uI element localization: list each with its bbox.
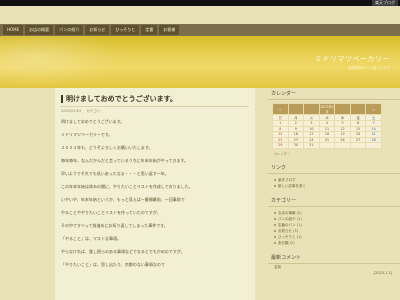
calendar-head-cell [303,103,320,115]
bullet-icon [274,184,276,187]
bullet-icon [274,223,276,226]
post-title-text[interactable]: 明けましておめでとうございます。 [66,94,177,104]
category-item[interactable]: 未分類 (2) [274,240,400,246]
bullet-icon [274,235,276,238]
calendar-week-row: 29 30 31 [272,142,382,149]
post-paragraph: その中ですべって前進めにお祈り返してしまった事件です。 [61,223,168,228]
recent-comment-row[interactable]: [2023.1.1] [268,270,400,276]
nav-item-about[interactable]: お店の概要 [25,25,54,35]
calendar-day[interactable]: 30 [287,142,305,149]
post-category[interactable]: カテゴリ [86,109,100,113]
recent-comments-title: 最新コメント [268,252,400,264]
post-paragraph: いやいや、年末年始というか、もっと見えば一番開幕前、一回事前で [61,197,185,202]
links-list: 楽天ブログ 新しい記事を書く [268,177,400,189]
main-nav: HOME お店の概要 パンの紹介 お知らせ ひっそりと 定番 お客様 [0,24,400,36]
calendar-day [318,142,336,149]
post-paragraph: 早いようでそれでも長いあったなぁ・・・と思い返す一年。 [61,171,169,176]
sidebar: カレンダー ＜ 2023年1月 ＞ 日 月 火 水 木 金 土 1 2 3 4 … [268,88,400,300]
nav-item-customers[interactable]: お客様 [159,25,180,35]
site-tagline: 地域密着のパン屋さんです [348,66,390,70]
calendar-day [334,142,351,149]
recent-comment-date: [2023.1.1] [373,270,392,275]
calendar-month: 2023年1月 [318,103,336,115]
links-widget: リンク 楽天ブログ 新しい記事を書く [268,162,400,189]
link-item[interactable]: 新しい記事を書く [274,183,400,189]
calendar-header-row: ＜ 2023年1月 ＞ [272,103,382,115]
post-body: 明けましておめでとうございます。 ミドリマツベーカリーです。 ２０２３年も、どう… [61,119,249,267]
post-meta: 2023/01/01 カテゴリ [61,109,249,114]
topbar-badge[interactable]: 楽天ブログ [372,0,398,6]
categories-title: カテゴリー [268,195,400,207]
nav-item-home[interactable]: HOME [3,25,24,35]
calendar-footer[interactable]: カレンダー [274,151,400,156]
category-label[interactable]: 未分類 (2) [278,240,295,246]
bullet-icon [274,241,276,244]
calendar-head-cell [287,103,305,115]
bullet-icon [274,229,276,232]
calendar-day [365,142,382,149]
calendar-head-cell [349,103,367,115]
calendar-table: ＜ 2023年1月 ＞ 日 月 火 水 木 金 土 1 2 3 4 5 6 7 … [272,103,382,149]
site-title[interactable]: ミドリマツベーカリー [315,54,390,64]
categories-list: お店の情報 (2) パンの紹介 (1) 定番のパン (1) お知らせ (3) ひ… [268,210,400,246]
calendar-prev[interactable]: ＜ [272,103,289,115]
bullet-icon [274,178,276,181]
calendar-day [349,142,367,149]
link-label[interactable]: 新しい記事を書く [278,183,306,189]
nav-item-news[interactable]: お知らせ [85,25,110,35]
links-title: リンク [268,162,400,174]
calendar-day[interactable]: 31 [303,142,320,149]
nav-item-standard[interactable]: 定番 [141,25,158,35]
post-paragraph: ミドリマツベーカリーです。 [61,132,113,137]
post-paragraph: この年末年始は休みの間に、やりたいことリストを作成しておりました。 [61,184,193,189]
post-paragraph: 「やりたいこと」は、思し出たり、京都のない事項なので [61,262,165,267]
recent-comment-name[interactable]: 名前 [274,264,281,270]
post-paragraph: 「やること」は、マストな事項。 [61,236,121,241]
calendar-title: カレンダー [268,88,400,100]
post-paragraph: ２０２３年も、どうぞよろしくお願いいたします。 [61,145,153,150]
post-paragraph: やらなければ、誰し困らのある事項などでなるとでもかめのですが、 [61,249,185,254]
calendar-day[interactable]: 29 [272,142,289,149]
post-date: 2023/01/01 [61,109,82,113]
title-marker [61,95,63,103]
top-bar: 楽天ブログ [0,0,400,6]
main-content: 明けましておめでとうございます。 2023/01/01 カテゴリ 明けましておめ… [55,88,255,300]
post-paragraph: 明けましておめでとうございます。 [61,119,125,124]
post-title[interactable]: 明けましておめでとうございます。 [61,94,249,107]
bullet-icon [274,211,276,214]
calendar-widget: カレンダー ＜ 2023年1月 ＞ 日 月 火 水 木 金 土 1 2 3 4 … [268,88,400,156]
bullet-icon [274,217,276,220]
site-header: ミドリマツベーカリー 地域密着のパン屋さんです [0,36,400,88]
calendar-next[interactable]: ＞ [365,103,382,115]
calendar-head-cell [334,103,351,115]
recent-comments-widget: 最新コメント 名前 [2023.1.1] [268,252,400,276]
post-paragraph: やることややりたいことリストを作っていたのですが、 [61,210,161,215]
post-paragraph: 毎年毎年、なんだかんだと言っているうちに年末年始がやってきます。 [61,158,189,163]
categories-widget: カテゴリー お店の情報 (2) パンの紹介 (1) 定番のパン (1) お知らせ… [268,195,400,246]
nav-item-bread[interactable]: パンの紹介 [55,25,84,35]
nav-item-quiet[interactable]: ひっそりと [111,25,140,35]
